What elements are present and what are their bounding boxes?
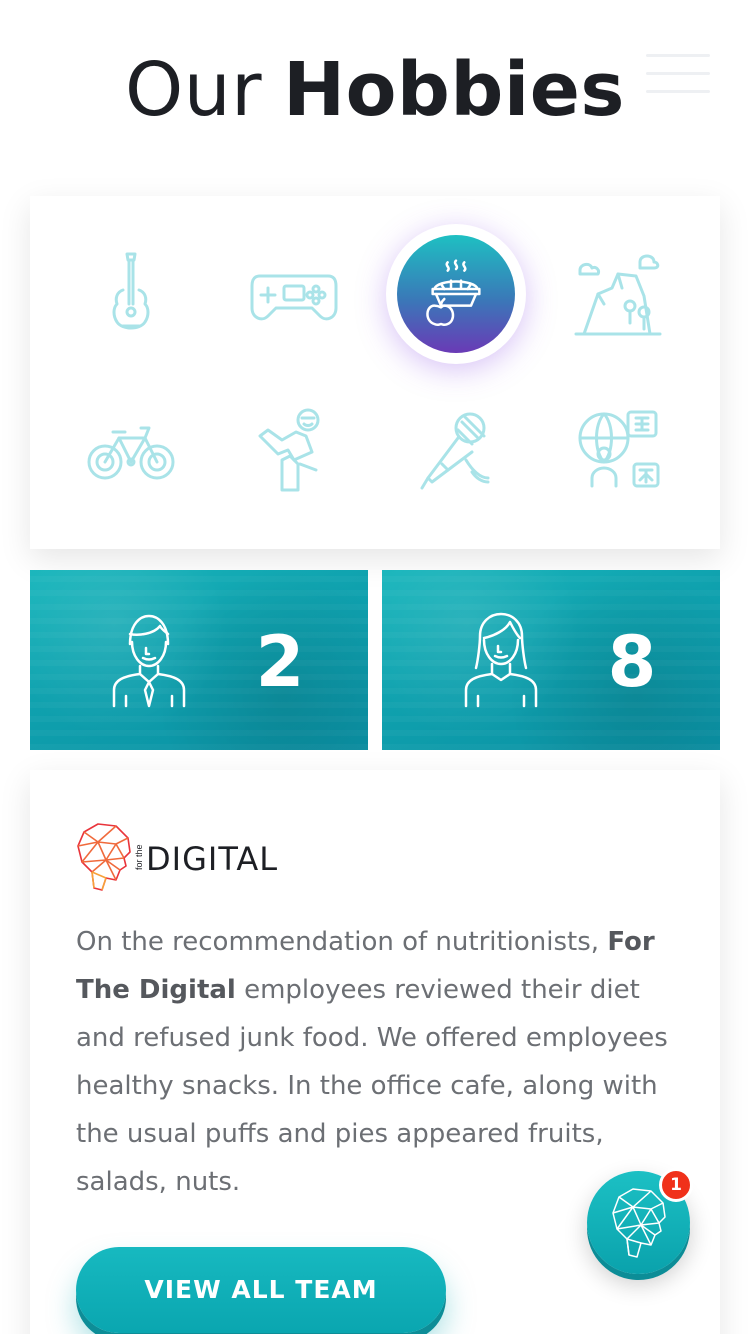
logo-small-text: for the [134, 844, 144, 870]
menu-line [646, 90, 710, 93]
title-light: Our [125, 47, 263, 133]
microphone-icon [420, 412, 490, 490]
pie-icon [426, 259, 481, 326]
logo-text: DIGITAL [146, 840, 279, 878]
gamepad-icon [250, 274, 338, 321]
company-logo[interactable]: for the DIGITAL [76, 822, 296, 892]
hamburger-menu-button[interactable] [644, 52, 712, 96]
digital-head-icon [612, 1188, 666, 1258]
description-rest: employees reviewed their diet and refuse… [76, 975, 668, 1197]
hobby-hiking[interactable] [548, 224, 688, 364]
woman-icon [464, 612, 538, 708]
page-title: Our Hobbies [0, 48, 750, 132]
title-bold: Hobbies [283, 47, 625, 133]
active-hobby-bubble [386, 224, 526, 364]
bicycle-icon [87, 426, 175, 480]
hobby-karate[interactable] [224, 380, 364, 520]
hobby-cycling[interactable] [61, 380, 201, 520]
active-hobby-inner [397, 235, 515, 353]
description-text: On the recommendation of nutritionists, … [76, 918, 676, 1206]
female-count: 8 [607, 621, 657, 703]
description-line1: On the recommendation of nutritionists, [76, 927, 600, 957]
hobby-guitar[interactable] [61, 224, 201, 364]
male-count-tile: 2 [30, 570, 368, 750]
hobby-gaming[interactable] [224, 224, 364, 364]
karate-icon [258, 408, 320, 492]
menu-line [646, 72, 710, 75]
hobby-singing[interactable] [386, 380, 526, 520]
view-all-team-button[interactable]: VIEW ALL TEAM [76, 1247, 446, 1333]
chat-notification-badge: 1 [659, 1168, 693, 1202]
hobbies-card [30, 196, 720, 549]
male-count: 2 [255, 621, 305, 703]
hobby-languages[interactable] [548, 380, 688, 520]
languages-icon [578, 410, 660, 488]
female-count-tile: 8 [382, 570, 720, 750]
header: Our Hobbies [0, 0, 750, 180]
guitar-icon [112, 252, 150, 330]
menu-line [646, 54, 710, 57]
hiking-icon [574, 254, 662, 336]
digital-head-logo-icon [77, 823, 131, 891]
man-icon [112, 614, 186, 708]
hobby-food[interactable] [386, 224, 526, 364]
